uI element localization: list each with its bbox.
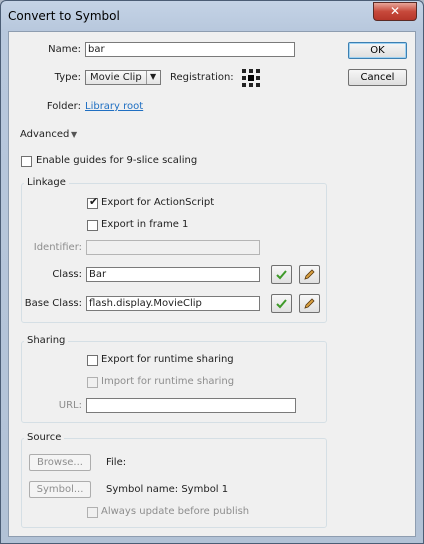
folder-link[interactable]: Library root — [85, 101, 143, 112]
export-runtime-label: Export for runtime sharing — [101, 354, 234, 365]
nine-slice-checkbox[interactable] — [21, 156, 32, 167]
dropdown-divider — [146, 71, 147, 84]
export-actionscript-label: Export for ActionScript — [101, 197, 215, 208]
symbol-button[interactable]: Symbol... — [29, 481, 91, 498]
chevron-down-icon: ▼ — [150, 72, 157, 81]
close-button[interactable]: ✕ — [373, 2, 417, 21]
checkmark-icon: ✔ — [89, 195, 99, 208]
name-field[interactable]: bar — [85, 42, 295, 57]
type-dropdown[interactable]: Movie Clip ▼ — [85, 70, 161, 85]
export-frame1-label: Export in frame 1 — [101, 219, 189, 230]
export-actionscript-checkbox[interactable]: ✔ — [87, 195, 99, 209]
import-runtime-label: Import for runtime sharing — [101, 376, 235, 387]
edit-class-button[interactable] — [299, 265, 320, 284]
class-label: Class: — [52, 269, 82, 280]
validate-class-button[interactable] — [271, 265, 292, 284]
title-bar: Convert to Symbol ✕ — [1, 1, 423, 31]
linkage-title: Linkage — [24, 177, 69, 188]
pencil-icon — [304, 269, 315, 280]
always-update-label: Always update before publish — [101, 506, 250, 517]
registration-grid-icon[interactable] — [241, 68, 261, 88]
advanced-arrow-icon: ▼ — [71, 130, 78, 139]
url-field[interactable] — [86, 398, 296, 413]
export-frame1-checkbox[interactable] — [87, 220, 98, 231]
browse-button[interactable]: Browse... — [29, 454, 91, 471]
dialog-body: Name: bar Type: Movie Clip ▼ Registratio… — [8, 31, 416, 537]
base-class-field[interactable]: flash.display.MovieClip — [86, 296, 260, 311]
nine-slice-label: Enable guides for 9-slice scaling — [36, 155, 198, 166]
file-label: File: — [106, 457, 127, 468]
source-title: Source — [24, 432, 65, 443]
pencil-icon — [304, 298, 315, 309]
check-icon — [276, 270, 287, 280]
ok-button[interactable]: OK — [348, 42, 407, 59]
url-label: URL: — [58, 400, 82, 411]
check-icon — [276, 299, 287, 309]
type-value: Movie Clip — [90, 72, 142, 83]
identifier-label: Identifier: — [33, 242, 82, 253]
validate-base-class-button[interactable] — [271, 294, 292, 313]
advanced-toggle[interactable]: Advanced ▼ — [20, 129, 90, 141]
always-update-checkbox[interactable] — [87, 507, 98, 518]
registration-label: Registration: — [170, 72, 234, 83]
base-class-label: Base Class: — [24, 298, 82, 309]
advanced-label: Advanced — [20, 129, 70, 140]
dialog-window: Convert to Symbol ✕ Name: bar Type: Movi… — [0, 0, 424, 544]
close-icon: ✕ — [389, 4, 401, 18]
symbol-name-label: Symbol name: Symbol 1 — [106, 484, 229, 495]
identifier-field[interactable] — [86, 240, 260, 255]
cancel-button[interactable]: Cancel — [348, 69, 407, 86]
name-label: Name: — [48, 44, 81, 55]
window-title: Convert to Symbol — [8, 9, 120, 23]
import-runtime-checkbox[interactable] — [87, 377, 98, 388]
edit-base-class-button[interactable] — [299, 294, 320, 313]
sharing-title: Sharing — [24, 335, 69, 346]
type-label: Type: — [54, 72, 81, 83]
export-runtime-checkbox[interactable] — [87, 355, 98, 366]
folder-label: Folder: — [46, 101, 81, 112]
class-field[interactable]: Bar — [86, 267, 260, 282]
